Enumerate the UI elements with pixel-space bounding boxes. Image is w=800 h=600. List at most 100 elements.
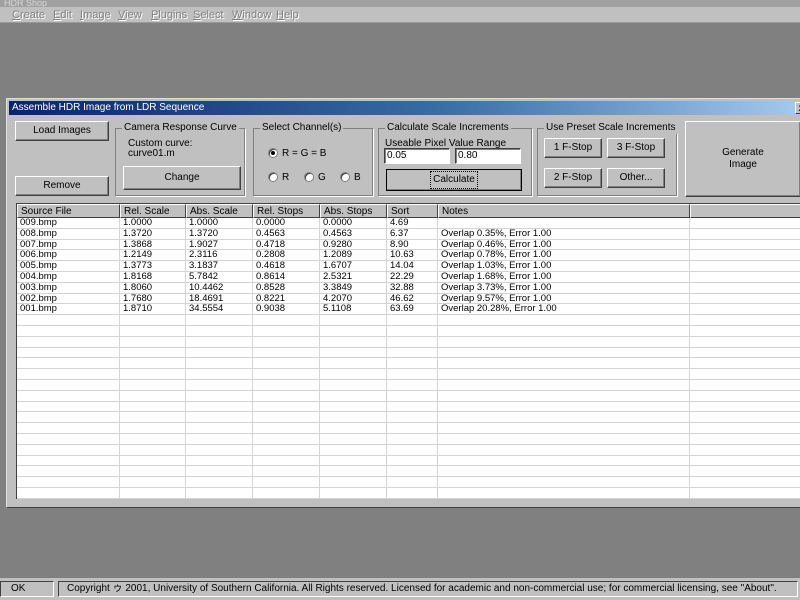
cell-rel-stops	[253, 369, 320, 380]
cell-source-file	[17, 444, 120, 456]
cell-abs-stops: 1.6707	[320, 261, 387, 272]
cell-rel-scale	[120, 466, 186, 478]
cell-rel-scale: 1.8060	[120, 282, 186, 294]
cell-rel-scale: 1.0000	[120, 218, 186, 229]
empty-row	[17, 455, 800, 467]
generate-image-button[interactable]: Generate Image	[685, 121, 800, 197]
cell-notes	[438, 325, 690, 337]
calculate-button[interactable]: Calculate	[386, 169, 522, 191]
cell-abs-stops	[320, 358, 387, 370]
col-abs-scale[interactable]: Abs. Scale	[186, 204, 253, 218]
range-max-field[interactable]: 0.80	[455, 148, 521, 164]
cell-abs-scale: 2.3116	[186, 250, 253, 262]
cell-abs-stops	[320, 401, 387, 413]
dialog-title: Assemble HDR Image from LDR Sequence	[12, 102, 205, 113]
col-abs-stops[interactable]: Abs. Stops	[320, 204, 387, 218]
menu-image[interactable]: Image	[80, 8, 111, 22]
menu-help[interactable]: Help	[276, 8, 299, 22]
empty-row	[17, 412, 800, 424]
radio-r[interactable]	[268, 172, 278, 182]
close-icon[interactable]: x	[795, 102, 800, 114]
status-message: Copyright ゥ 2001, University of Southern…	[58, 581, 798, 597]
cell-notes: Overlap 9.57%, Error 1.00	[438, 293, 690, 305]
scale-increments-title: Calculate Scale Increments	[385, 122, 511, 134]
cell-rel-stops	[253, 390, 320, 402]
radio-b[interactable]	[340, 172, 350, 182]
cell-notes	[438, 412, 690, 424]
cell-abs-stops	[320, 433, 387, 445]
table-body: 009.bmp 1.0000 1.0000 0.0000 0.0000 4.69 008.b…	[17, 218, 800, 499]
table-row[interactable]: 006.bmp 1.2149 2.3116 0.2808 1.2089 10.63 Over…	[17, 250, 800, 262]
cell-rel-stops: 0.8221	[253, 293, 320, 305]
menu-plugins[interactable]: Plugins	[151, 8, 187, 22]
cell-notes: Overlap 1.03%, Error 1.00	[438, 261, 690, 272]
cell-empty	[690, 337, 800, 348]
cell-sort	[387, 412, 438, 424]
cell-sort	[387, 477, 438, 488]
cell-source-file	[17, 369, 120, 380]
empty-row	[17, 325, 800, 337]
menu-select[interactable]: Select	[193, 8, 224, 22]
cell-sort: 10.63	[387, 250, 438, 262]
cell-empty	[690, 466, 800, 477]
cell-sort: 46.62	[387, 293, 438, 305]
menu-edit[interactable]: Edit	[53, 8, 72, 22]
menu-view[interactable]: View	[118, 8, 142, 22]
remove-label: Remove	[43, 180, 81, 191]
cell-rel-scale	[120, 433, 186, 445]
col-sort[interactable]: Sort	[387, 204, 438, 218]
table-row[interactable]: 004.bmp 1.8168 5.7842 0.8614 2.5321 22.29 Over…	[17, 271, 800, 283]
menu-window[interactable]: Window	[232, 8, 271, 22]
col-rel-stops[interactable]: Rel. Stops	[253, 204, 320, 218]
cell-sort: 22.29	[387, 271, 438, 283]
table-row[interactable]: 009.bmp 1.0000 1.0000 0.0000 0.0000 4.69	[17, 218, 800, 229]
cell-rel-stops	[253, 466, 320, 478]
empty-row	[17, 358, 800, 370]
table-row[interactable]: 007.bmp 1.3868 1.9027 0.4718 0.9280 8.90 Overl…	[17, 239, 800, 251]
remove-button[interactable]: Remove	[15, 176, 109, 196]
radio-g[interactable]	[304, 172, 314, 182]
cell-empty	[690, 434, 800, 445]
table-row[interactable]: 001.bmp 1.8710 34.5554 0.9038 5.1108 63.69 Ove…	[17, 304, 800, 316]
cell-source-file: 005.bmp	[17, 261, 120, 272]
cell-source-file: 009.bmp	[17, 218, 120, 229]
three-fstop-button[interactable]: 3 F-Stop	[607, 138, 665, 158]
col-notes[interactable]: Notes	[438, 204, 690, 218]
cell-sort	[387, 444, 438, 456]
dialog-titlebar[interactable]: Assemble HDR Image from LDR Sequence x	[9, 101, 800, 115]
cell-abs-stops: 0.0000	[320, 218, 387, 229]
cell-source-file: 004.bmp	[17, 271, 120, 283]
preset-increments-group: Use Preset Scale Increments 1 F-Stop 3 F…	[537, 122, 678, 196]
col-source-file[interactable]: Source File	[17, 204, 120, 218]
empty-row	[17, 347, 800, 359]
cell-rel-scale: 1.7680	[120, 293, 186, 305]
cell-source-file	[17, 412, 120, 424]
other-fstop-button[interactable]: Other...	[607, 168, 665, 188]
radio-rgb[interactable]	[268, 148, 278, 158]
status-bar: OK Copyright ゥ 2001, University of South…	[0, 578, 800, 600]
cell-notes	[438, 358, 690, 370]
table-row[interactable]: 002.bmp 1.7680 18.4691 0.8221 4.2070 46.62 Ove…	[17, 293, 800, 305]
cell-rel-stops: 0.0000	[253, 218, 320, 229]
col-rel-scale[interactable]: Rel. Scale	[120, 204, 186, 218]
cell-sort	[387, 315, 438, 326]
change-button[interactable]: Change	[123, 166, 241, 190]
cell-rel-stops	[253, 347, 320, 359]
cell-rel-scale	[120, 444, 186, 456]
cell-sort	[387, 358, 438, 370]
range-min-field[interactable]: 0.05	[384, 148, 450, 164]
cell-abs-stops	[320, 325, 387, 337]
load-images-button[interactable]: Load Images	[15, 121, 109, 141]
two-fstop-button[interactable]: 2 F-Stop	[544, 168, 602, 188]
cell-source-file: 001.bmp	[17, 304, 120, 316]
source-files-table: Source File Rel. Scale Abs. Scale Rel. S…	[16, 203, 800, 499]
menu-create[interactable]: Create	[12, 8, 45, 22]
cell-empty	[690, 326, 800, 337]
one-fstop-button[interactable]: 1 F-Stop	[544, 138, 602, 158]
table-row[interactable]: 008.bmp 1.3720 1.3720 0.4563 0.4563 6.37 Overl…	[17, 228, 800, 240]
cell-abs-scale	[186, 347, 253, 359]
cell-source-file	[17, 325, 120, 337]
table-row[interactable]: 003.bmp 1.8060 10.4462 0.8528 3.3849 32.88 Ove…	[17, 282, 800, 294]
cell-rel-scale: 1.2149	[120, 250, 186, 262]
table-row[interactable]: 005.bmp 1.3773 3.1837 0.4618 1.6707 14.04 Over…	[17, 261, 800, 272]
